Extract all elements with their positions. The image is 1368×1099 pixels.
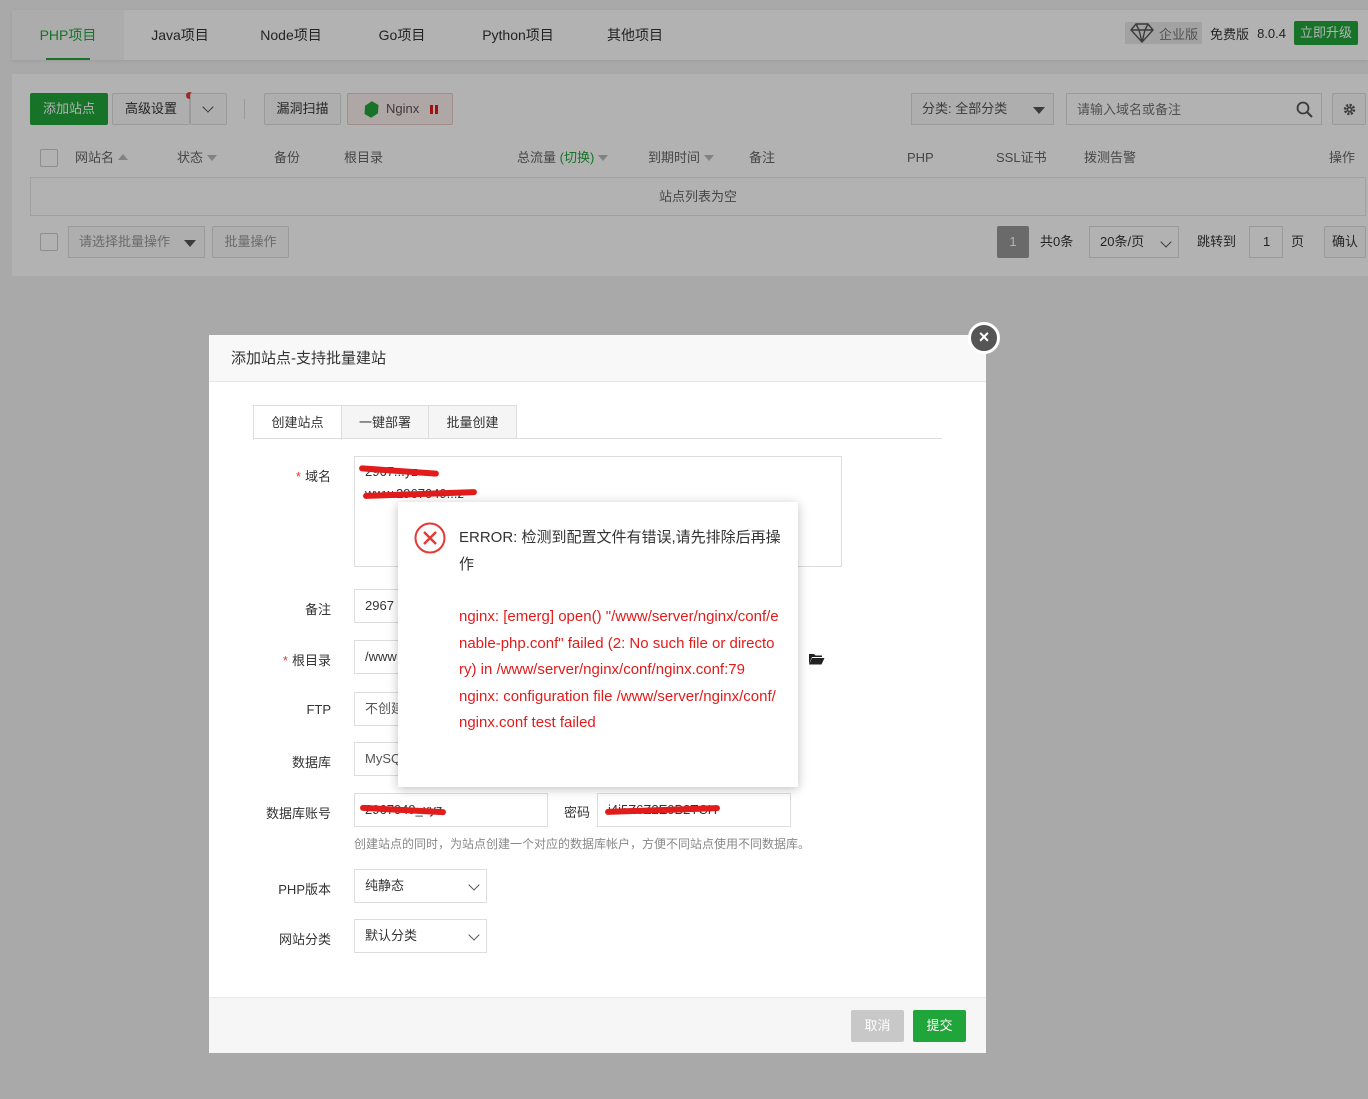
tab-batch-create[interactable]: 批量创建 xyxy=(428,405,517,439)
chevron-down-icon xyxy=(468,879,480,891)
tab-underline xyxy=(253,438,942,439)
submit-button[interactable]: 提交 xyxy=(913,1010,966,1042)
dialog-close-button[interactable]: × xyxy=(968,322,1000,354)
db-account-label: 数据库账号 xyxy=(265,806,331,821)
error-circle-icon xyxy=(414,522,446,554)
tab-one-click-deploy[interactable]: 一键部署 xyxy=(341,405,429,439)
db-hint-text: 创建站点的同时，为站点创建一个对应的数据库帐户，方便不同站点使用不同数据库。 xyxy=(354,837,811,851)
domain-label: * 域名 xyxy=(295,469,331,484)
root-label: * 根目录 xyxy=(282,653,331,668)
php-version-select[interactable]: 纯静态 xyxy=(354,869,487,903)
site-category-select[interactable]: 默认分类 xyxy=(354,919,487,953)
dialog-footer: 取消 提交 xyxy=(209,997,986,1053)
error-detail-line-2: nginx: configuration file /www/server/ng… xyxy=(459,687,776,732)
error-title: ERROR: 检测到配置文件有错误,请先排除后再操作 xyxy=(459,529,781,573)
chevron-down-icon xyxy=(468,929,480,941)
php-version-label: PHP版本 xyxy=(278,882,331,897)
folder-open-icon[interactable] xyxy=(808,652,825,665)
php-version-value: 纯静态 xyxy=(365,878,405,893)
error-detail: nginx: [emerg] open() "/www/server/nginx… xyxy=(459,604,779,737)
database-label: 数据库 xyxy=(291,755,331,770)
tab-create-site[interactable]: 创建站点 xyxy=(253,405,342,440)
dialog-title: 添加站点-支持批量建站 xyxy=(209,335,986,382)
error-popup: ERROR: 检测到配置文件有错误,请先排除后再操作 nginx: [emerg… xyxy=(398,502,798,787)
close-icon: × xyxy=(978,327,990,347)
remark-label: 备注 xyxy=(304,602,331,617)
password-label: 密码 xyxy=(564,805,591,820)
site-category-value: 默认分类 xyxy=(365,928,418,943)
cancel-button[interactable]: 取消 xyxy=(851,1010,904,1042)
site-category-label: 网站分类 xyxy=(278,932,331,947)
error-detail-line-1: nginx: [emerg] open() "/www/server/nginx… xyxy=(459,608,779,679)
ftp-label: FTP xyxy=(306,702,331,717)
